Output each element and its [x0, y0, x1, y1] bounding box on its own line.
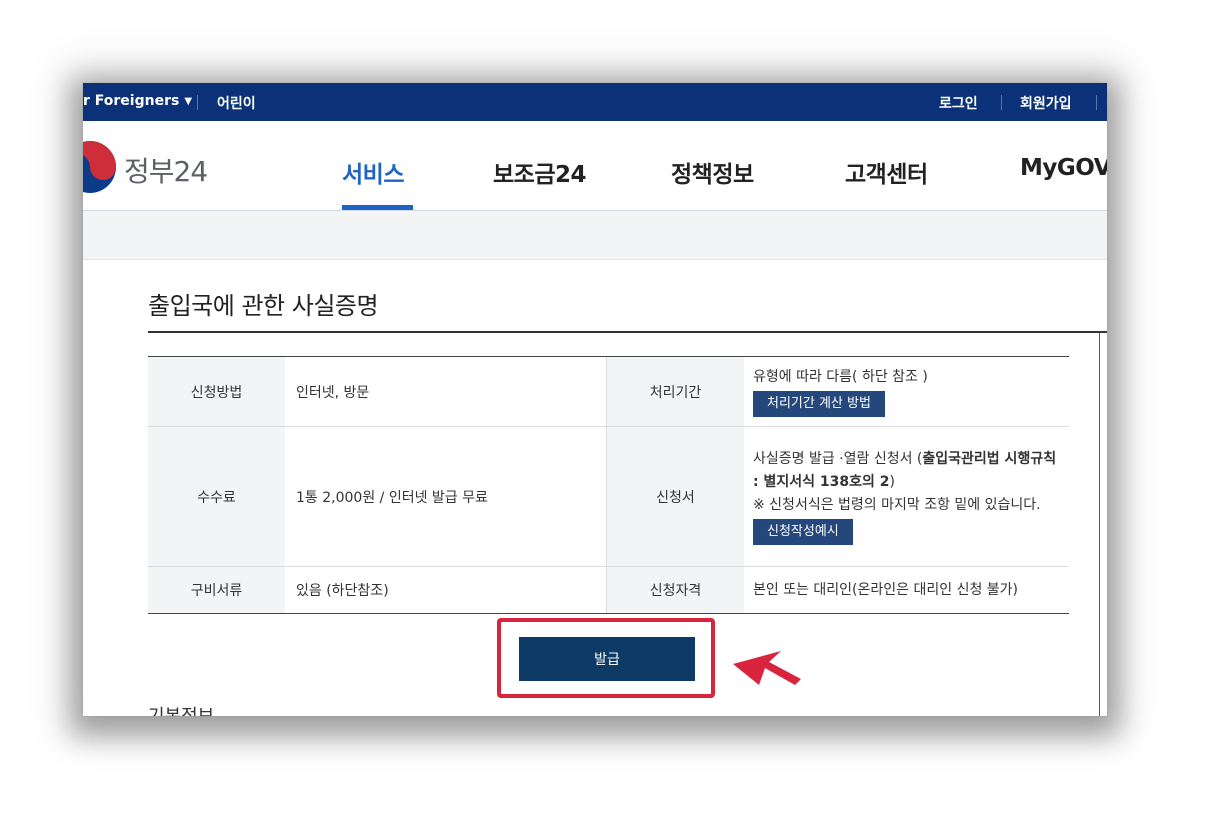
nav-mygov[interactable]: MyGOV [1020, 155, 1107, 181]
form-note: ※ 신청서식은 법령의 마지막 조항 밑에 있습니다. [753, 497, 1041, 513]
for-foreigners-menu[interactable]: r Foreigners ▼ [83, 93, 192, 109]
period-label: 처리기간 [606, 357, 744, 426]
qualification-value: 본인 또는 대리인(온라인은 대리인 신청 불가) [753, 581, 1019, 598]
form-description: 사실증명 발급 ·열람 신청서 (출입국관리법 시행규칙 : 별지서식 138호… [753, 448, 1059, 494]
table-row: 신청방법 인터넷, 방문 처리기간 유형에 따라 다름( 하단 참조 ) 처리기… [148, 357, 1069, 427]
breadcrumb-band [83, 211, 1107, 260]
issue-button[interactable]: 발급 [519, 637, 695, 681]
fee-value: 1통 2,000원 / 인터넷 발급 무료 [296, 489, 488, 506]
qualification-label: 신청자격 [606, 567, 744, 613]
table-row: 수수료 1통 2,000원 / 인터넷 발급 무료 신청서 사실증명 발급 ·열… [148, 427, 1069, 567]
nav-policy-info[interactable]: 정책정보 [671, 155, 754, 189]
login-link[interactable]: 로그인 [939, 93, 978, 113]
period-value: 유형에 따라 다름( 하단 참조 ) [753, 369, 928, 385]
divider [197, 95, 198, 110]
kids-link[interactable]: 어린이 [217, 93, 256, 113]
scroll-divider [1099, 332, 1100, 716]
nav-subsidy24[interactable]: 보조금24 [493, 155, 587, 189]
signup-link[interactable]: 회원가입 [1020, 93, 1072, 113]
docs-value: 있음 (하단참조) [296, 583, 389, 599]
active-nav-indicator [342, 205, 413, 210]
period-calc-button[interactable]: 처리기간 계산 방법 [753, 391, 885, 417]
divider [1096, 95, 1097, 110]
for-foreigners-label: r Foreigners [83, 93, 180, 109]
nav-services[interactable]: 서비스 [342, 155, 404, 189]
form-text: 사실증명 발급 ·열람 신청서 ( [753, 451, 923, 467]
form-example-button[interactable]: 신청작성예시 [753, 519, 853, 545]
page-title: 출입국에 관한 사실증명 [148, 292, 379, 320]
caret-down-icon: ▼ [184, 96, 193, 107]
info-table: 신청방법 인터넷, 방문 처리기간 유형에 따라 다름( 하단 참조 ) 처리기… [148, 356, 1069, 614]
site-logo-text[interactable]: 정부24 [124, 150, 208, 190]
browser-screenshot: r Foreigners ▼ 어린이 로그인 회원가입 정부24 서비스 보조금2… [83, 83, 1107, 716]
section-heading-basic-info: 기본정보 [148, 702, 214, 716]
form-text-end: ) [889, 474, 895, 490]
nav-customer-center[interactable]: 고객센터 [845, 155, 928, 189]
form-label: 신청서 [606, 427, 744, 566]
form-cell: 사실증명 발급 ·열람 신청서 (출입국관리법 시행규칙 : 별지서식 138호… [744, 427, 1069, 566]
divider [1001, 95, 1002, 110]
utility-bar: r Foreigners ▼ 어린이 로그인 회원가입 [83, 83, 1107, 121]
method-label: 신청방법 [148, 357, 285, 426]
taegeuk-logo-icon[interactable] [83, 140, 117, 194]
period-cell: 유형에 따라 다름( 하단 참조 ) 처리기간 계산 방법 [744, 357, 1069, 426]
fee-label: 수수료 [148, 427, 285, 566]
table-row: 구비서류 있음 (하단참조) 신청자격 본인 또는 대리인(온라인은 대리인 신… [148, 567, 1069, 613]
pointer-arrow-icon [733, 651, 801, 685]
method-value: 인터넷, 방문 [296, 384, 370, 401]
title-divider [148, 331, 1107, 333]
main-content: 출입국에 관한 사실증명 신청방법 인터넷, 방문 처리기간 유형에 따라 다름… [83, 260, 1107, 716]
docs-label: 구비서류 [148, 567, 285, 613]
site-header: 정부24 서비스 보조금24 정책정보 고객센터 MyGOV [83, 121, 1107, 211]
